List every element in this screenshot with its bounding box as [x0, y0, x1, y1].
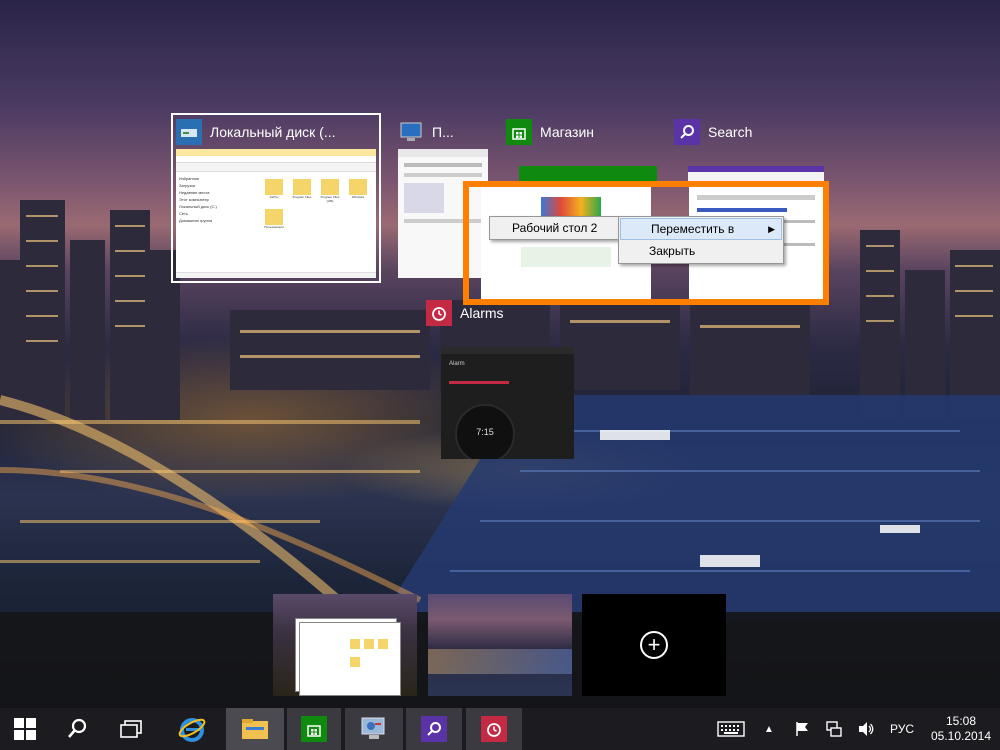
folder-label: Program Files: [292, 195, 312, 199]
window-title-explorer: Локальный диск (...: [176, 119, 336, 145]
folder-icon: [321, 179, 339, 195]
taskbar-store[interactable]: [287, 708, 341, 750]
start-button[interactable]: [0, 708, 50, 750]
computer-icon: [398, 119, 424, 145]
clock-date: 05.10.2014: [930, 729, 992, 743]
explorer-thumbnail: Избранное Загрузки Недавние места Этот к…: [176, 149, 376, 278]
folder-icon: [349, 179, 367, 195]
clock-time: 15:08: [945, 714, 977, 728]
folder-item: AsPhy: [264, 179, 284, 203]
input-language-button[interactable]: РУС: [884, 708, 920, 750]
desktop-submenu: Рабочий стол 2: [489, 216, 623, 240]
taskbar-explorer[interactable]: [226, 708, 284, 750]
folder-label: Windows: [351, 195, 365, 199]
network-button[interactable]: [822, 708, 846, 750]
keyboard-icon: [717, 721, 745, 737]
taskbar-search-button[interactable]: [52, 708, 102, 750]
alarms-thumbnail: Alarm 7:15: [441, 347, 574, 459]
search-icon: [421, 716, 447, 742]
folder-item: Program Files (x86): [320, 179, 340, 203]
submenu-item-desktop-2[interactable]: Рабочий стол 2: [490, 217, 622, 239]
window-title-text: Магазин: [540, 124, 595, 140]
explorer-sidebar-item: Сеть: [179, 211, 188, 216]
taskbar-control-panel[interactable]: [345, 708, 403, 750]
clock[interactable]: 15:08 05.10.2014: [924, 708, 998, 750]
explorer-sidebar-item: Этот компьютер: [179, 197, 209, 202]
chevron-up-icon: ▲: [764, 723, 774, 735]
window-title-search: Search: [674, 119, 752, 145]
alarm-thumb-header: Alarm: [449, 361, 465, 367]
add-icon: +: [640, 631, 668, 659]
folder-item: Program Files: [292, 179, 312, 203]
speaker-icon: [859, 722, 874, 736]
taskbar-search-app[interactable]: [406, 708, 462, 750]
flag-icon: [796, 722, 808, 736]
taskbar: ▲ РУС 15:08 05.10.2014: [0, 708, 1000, 750]
window-title-text: П...: [432, 124, 454, 140]
network-icon: [826, 721, 842, 737]
window-title-text: Search: [708, 124, 753, 140]
taskbar-ie[interactable]: [162, 708, 222, 750]
explorer-sidebar-item: Загрузки: [179, 183, 196, 188]
folder-icon: [293, 179, 311, 195]
folder-label: Пользователи: [264, 225, 284, 229]
window-title-computer: П...: [398, 119, 454, 145]
search-icon: [674, 119, 700, 145]
drive-icon: [176, 119, 202, 145]
alarm-clock-icon: [426, 300, 452, 326]
task-view-icon: [120, 720, 142, 738]
folder-label: Program Files (x86): [320, 195, 340, 203]
folder-icon: [242, 719, 268, 739]
desktop-thumbnail-2[interactable]: [428, 594, 572, 696]
internet-explorer-icon: [178, 718, 206, 742]
window-title-text: Alarms: [460, 305, 504, 321]
control-panel-icon: [361, 717, 385, 739]
window-title-store: Магазин: [506, 119, 594, 145]
submenu-arrow-icon: ▶: [768, 224, 775, 234]
store-icon: [301, 716, 327, 742]
new-desktop-button[interactable]: +: [582, 594, 726, 696]
folder-item: Windows: [348, 179, 368, 203]
desktop-thumbnail-1[interactable]: [273, 594, 417, 696]
search-icon: [68, 718, 87, 738]
windows-logo-icon: [14, 718, 36, 740]
menu-item-close[interactable]: Закрыть: [619, 241, 783, 261]
explorer-sidebar-item: Локальный диск (C:): [179, 204, 217, 209]
folder-item: Пользователи: [264, 209, 284, 229]
menu-item-move-to[interactable]: Переместить в ▶: [620, 218, 782, 240]
explorer-sidebar-item: Недавние места: [179, 190, 210, 195]
explorer-sidebar-item: Домашняя группа: [179, 218, 213, 223]
touch-keyboard-button[interactable]: [712, 708, 750, 750]
volume-button[interactable]: [854, 708, 878, 750]
alarm-clock-icon: [481, 716, 507, 742]
folder-label: AsPhy: [269, 195, 279, 199]
show-hidden-icons-button[interactable]: ▲: [758, 708, 780, 750]
action-center-button[interactable]: [790, 708, 814, 750]
store-icon: [506, 119, 532, 145]
taskbar-alarms[interactable]: [466, 708, 522, 750]
folder-icon: [265, 209, 283, 225]
menu-item-label: Переместить в: [651, 222, 735, 236]
task-view-button[interactable]: [104, 708, 158, 750]
explorer-sidebar-item: Избранное: [179, 176, 200, 181]
folder-icon: [265, 179, 283, 195]
window-title-text: Локальный диск (...: [210, 124, 336, 140]
window-title-alarms: Alarms: [426, 300, 504, 326]
context-menu: Переместить в ▶ Закрыть: [618, 216, 784, 264]
alarm-thumb-time: 7:15: [476, 427, 494, 437]
